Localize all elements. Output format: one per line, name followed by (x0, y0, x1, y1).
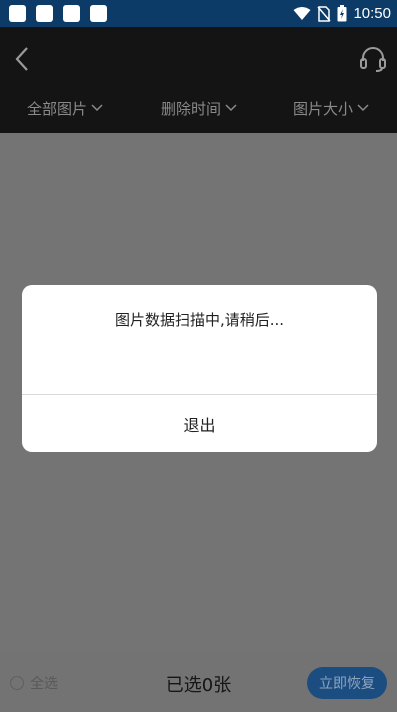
notification-icon (9, 5, 26, 22)
status-bar: 10:50 (0, 0, 397, 27)
select-all-toggle[interactable]: 全选 (10, 673, 58, 693)
filter-image-size[interactable]: 图片大小 (293, 93, 369, 123)
chevron-down-icon (357, 104, 369, 112)
chevron-down-icon (91, 104, 103, 112)
no-sim-icon (317, 5, 332, 22)
select-all-label: 全选 (30, 676, 58, 692)
filter-label: 全部图片 (27, 99, 88, 118)
back-button[interactable] (12, 45, 36, 73)
filter-bar: 全部图片 删除时间 图片大小 (0, 93, 397, 123)
filter-delete-time[interactable]: 删除时间 (161, 93, 237, 123)
headset-icon (360, 47, 386, 72)
status-icons: 10:50 (293, 0, 391, 27)
customer-service-button[interactable] (359, 45, 387, 73)
app-header: 全部图片 删除时间 图片大小 (0, 27, 397, 133)
dialog-message: 图片数据扫描中,请稍后... (114, 311, 285, 329)
battery-charging-icon (337, 5, 347, 22)
scanning-dialog: 图片数据扫描中,请稍后... 退出 (22, 285, 377, 452)
filter-label: 图片大小 (293, 99, 354, 118)
clock: 10:50 (353, 5, 391, 22)
chevron-left-icon (15, 47, 28, 71)
wifi-icon (293, 6, 311, 20)
chevron-down-icon (225, 104, 237, 112)
notification-icon (90, 5, 107, 22)
bottom-bar: 全选 已选0张 立即恢复 (0, 654, 397, 712)
exit-button[interactable]: 退出 (22, 395, 377, 452)
restore-now-button[interactable]: 立即恢复 (307, 667, 387, 699)
radio-icon (10, 676, 24, 690)
filter-label: 删除时间 (161, 99, 222, 118)
notification-icon (63, 5, 80, 22)
filter-all-images[interactable]: 全部图片 (27, 93, 103, 123)
notification-icon (36, 5, 53, 22)
